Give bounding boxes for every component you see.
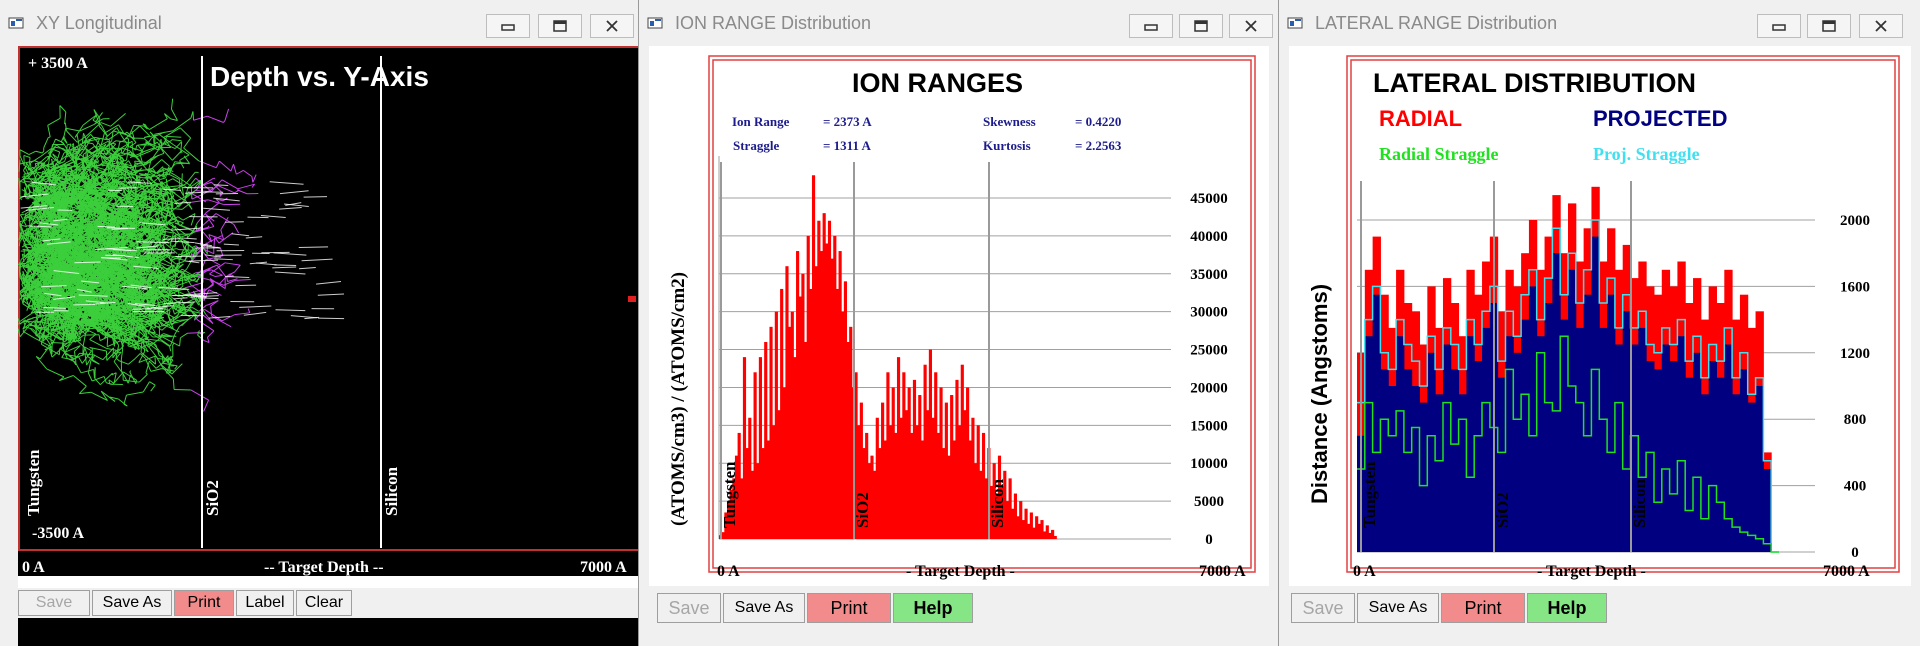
trajectory-segment — [106, 335, 109, 347]
trajectory-segment — [154, 356, 157, 365]
trajectory-segment — [35, 162, 45, 164]
trajectory-segment — [98, 118, 101, 127]
window-title: XY Longitudinal — [36, 12, 162, 33]
trajectory-segment — [133, 124, 144, 127]
maximize-icon — [553, 20, 567, 32]
trajectory-segment — [206, 304, 209, 306]
trajectory-segment — [34, 278, 38, 281]
minimize-icon — [501, 24, 515, 31]
close-button[interactable] — [590, 14, 634, 38]
trajectory-segment — [126, 315, 145, 318]
trajectory-segment — [25, 181, 33, 183]
trajectory-segment — [73, 148, 75, 159]
trajectory-segment — [202, 271, 204, 283]
trajectory-segment — [72, 185, 88, 188]
maximize-button[interactable] — [538, 14, 582, 38]
xy-longitudinal-window: XY Longitudinal + 3500 A -3500 A Depth v… — [0, 0, 638, 646]
trajectory-segment — [169, 245, 176, 247]
xy-plot: + 3500 A -3500 A Depth vs. Y-Axis Tungst… — [18, 46, 638, 576]
close-icon — [606, 20, 618, 32]
trajectory-segment — [52, 161, 55, 169]
minimize-button[interactable] — [486, 14, 530, 38]
trajectory-segment — [113, 292, 121, 295]
trajectory-segment — [174, 388, 191, 391]
app-icon — [8, 17, 24, 29]
trajectory-segment — [48, 136, 51, 139]
trajectory-segment — [34, 331, 37, 336]
